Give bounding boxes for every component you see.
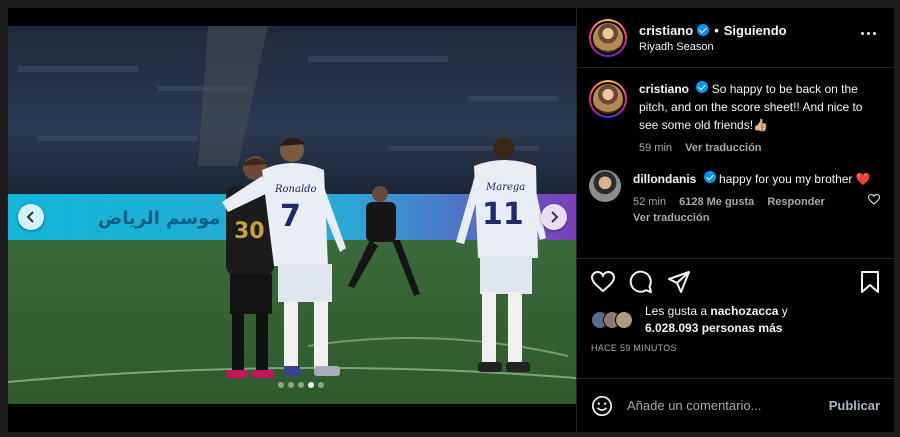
- author-avatar[interactable]: [589, 18, 627, 57]
- comment-translate-link[interactable]: Ver traducción: [633, 212, 709, 224]
- carousel-indicator: [278, 382, 324, 388]
- carousel-dot: [318, 382, 324, 388]
- jersey-left-number: 7: [280, 199, 301, 234]
- post-location[interactable]: Riyadh Season: [639, 41, 787, 53]
- verified-icon: [696, 81, 709, 93]
- post-header: cristiano • Siguiendo Riyadh Season: [577, 8, 894, 68]
- comment-input[interactable]: Añade un comentario...: [627, 398, 829, 413]
- comment-likes[interactable]: 6128 Me gusta: [679, 196, 754, 208]
- comment-item: dillondanis happy for you my brother ❤️ …: [589, 170, 882, 226]
- carousel-dot: [288, 382, 294, 388]
- carousel-dot: [308, 382, 314, 388]
- chevron-right-icon: [551, 211, 559, 223]
- post-timestamp[interactable]: HACE 59 MINUTOS: [591, 343, 880, 353]
- comment-text: happy for you my brother: [719, 172, 853, 186]
- commenter-avatar[interactable]: [589, 170, 621, 202]
- post-actions: Les gusta a nachozacca y 6.028.093 perso…: [577, 258, 894, 353]
- comment-like-heart-icon[interactable]: [868, 194, 880, 205]
- post-media: موسم الرياض 30 Ronaldo 7 Marega 11: [8, 8, 576, 432]
- caption-avatar[interactable]: [589, 80, 627, 118]
- dark-jersey-number: 30: [234, 219, 265, 244]
- post-photo: موسم الرياض 30 Ronaldo 7 Marega 11: [8, 26, 576, 404]
- commenter-username[interactable]: dillondanis: [633, 172, 696, 186]
- caption-time[interactable]: 59 min: [639, 142, 672, 154]
- ad-banner-text: موسم الرياض: [98, 208, 220, 229]
- verified-icon: [697, 24, 710, 36]
- caption-translate-link[interactable]: Ver traducción: [685, 142, 761, 154]
- chevron-left-icon: [26, 211, 34, 223]
- heart-icon[interactable]: [591, 271, 615, 293]
- caption: cristiano So happy to be back on the pit…: [589, 80, 882, 156]
- jersey-right-name: Marega: [485, 182, 525, 193]
- more-icon[interactable]: [861, 32, 876, 35]
- post-side-panel: cristiano • Siguiendo Riyadh Season cris…: [576, 8, 894, 432]
- header-separator: •: [714, 22, 719, 38]
- publish-button[interactable]: Publicar: [829, 398, 880, 413]
- likes-summary: Les gusta a nachozacca y 6.028.093 perso…: [591, 303, 880, 337]
- likes-prefix: Les gusta a: [645, 304, 708, 318]
- author-username[interactable]: cristiano: [639, 23, 693, 38]
- carousel-dot: [298, 382, 304, 388]
- comments-list: cristiano So happy to be back on the pit…: [577, 68, 894, 254]
- share-icon[interactable]: [667, 270, 691, 294]
- jersey-left-name: Ronaldo: [274, 184, 317, 195]
- reply-link[interactable]: Responder: [767, 196, 824, 208]
- bookmark-icon[interactable]: [860, 270, 880, 294]
- verified-icon: [703, 171, 716, 183]
- comment-icon[interactable]: [629, 270, 653, 294]
- carousel-next-button[interactable]: [541, 204, 567, 230]
- emoji-icon[interactable]: [591, 395, 613, 417]
- carousel-prev-button[interactable]: [18, 204, 44, 230]
- liker-avatars[interactable]: [591, 311, 639, 329]
- comment-time[interactable]: 52 min: [633, 196, 666, 208]
- comment-emoji: ❤️: [855, 172, 871, 186]
- caption-username[interactable]: cristiano: [639, 82, 689, 96]
- post-modal: موسم الرياض 30 Ronaldo 7 Marega 11 crist…: [8, 8, 894, 432]
- carousel-dot: [278, 382, 284, 388]
- add-comment-bar: Añade un comentario... Publicar: [577, 378, 894, 432]
- jersey-right-number: 11: [482, 197, 524, 232]
- likes-user[interactable]: nachozacca: [710, 304, 778, 318]
- likes-count[interactable]: 6.028.093 personas más: [645, 321, 782, 335]
- likes-connector: y: [781, 304, 788, 318]
- follow-button[interactable]: Siguiendo: [724, 23, 787, 38]
